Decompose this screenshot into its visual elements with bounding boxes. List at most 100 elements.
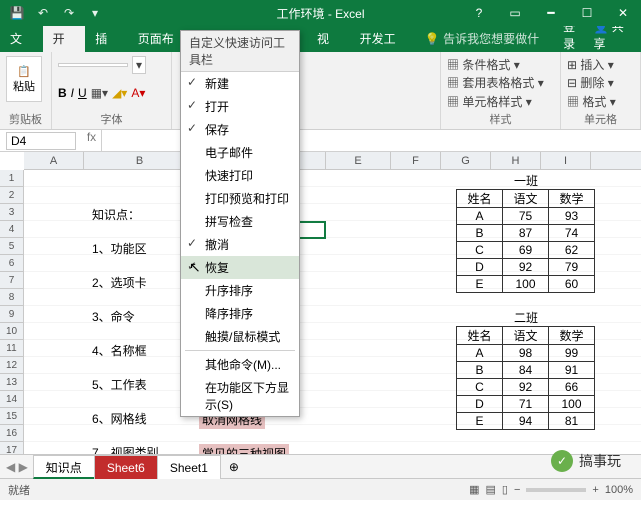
table-format[interactable]: ▦ 套用表格格式 ▾ — [447, 74, 544, 91]
sheet-6[interactable]: Sheet6 — [94, 455, 158, 479]
sheet-1[interactable]: Sheet1 — [157, 455, 221, 479]
cond-format[interactable]: ▦ 条件格式 ▾ — [447, 56, 520, 73]
dd-undo[interactable]: 撤消 — [181, 233, 299, 256]
paste-button[interactable]: 📋粘贴 — [6, 56, 42, 102]
row-6[interactable]: 6 — [0, 255, 23, 272]
row-1[interactable]: 1 — [0, 170, 23, 187]
add-sheet[interactable]: ⊕ — [221, 460, 247, 474]
qat-customize-menu: 自定义快速访问工具栏 新建 打开 保存 电子邮件 快速打印 打印预览和打印 拼写… — [180, 30, 300, 417]
row-11[interactable]: 11 — [0, 340, 23, 357]
tab-file[interactable]: 文件 — [0, 26, 43, 52]
undo-icon[interactable]: ↶ — [34, 4, 52, 22]
col-G[interactable]: G — [441, 152, 491, 169]
font-size[interactable]: ▾ — [132, 56, 146, 74]
maximize-icon[interactable]: ☐ — [569, 0, 605, 26]
dd-desc[interactable]: 降序排序 — [181, 302, 299, 325]
group-font: ▾ B I U ▦▾ ◢▾ A▾ 字体 — [52, 52, 172, 129]
format-cell[interactable]: ▦ 格式 ▾ — [567, 93, 616, 110]
cells-area[interactable]: 知识点： 1、功能区2、选项卡3、命令4、名称框定义数据5、工作表右键菜单6、网… — [24, 170, 641, 454]
tab-view[interactable]: 视图 — [307, 26, 350, 52]
tab-home[interactable]: 开始 — [43, 26, 86, 52]
sheet-knowledge[interactable]: 知识点 — [33, 455, 95, 479]
dd-touch[interactable]: 触摸/鼠标模式 — [181, 325, 299, 348]
dd-quickprint[interactable]: 快速打印 — [181, 164, 299, 187]
column-headers: ABCDEFGHI — [24, 152, 641, 170]
sheet-tabs: ◀ ▶ 知识点 Sheet6 Sheet1 ⊕ — [0, 454, 641, 478]
th: 姓名 — [457, 327, 503, 345]
menu-sep — [185, 350, 295, 351]
bold-button[interactable]: B — [58, 86, 67, 100]
italic-button[interactable]: I — [71, 86, 74, 100]
status-bar: 就绪 ▦ ▤ ▯ − + 100% — [0, 478, 641, 500]
dd-spell[interactable]: 拼写检查 — [181, 210, 299, 233]
row-9[interactable]: 9 — [0, 306, 23, 323]
redo-icon[interactable]: ↷ — [60, 4, 78, 22]
row-7[interactable]: 7 — [0, 272, 23, 289]
row-10[interactable]: 10 — [0, 323, 23, 340]
row-12[interactable]: 12 — [0, 357, 23, 374]
insert-cell[interactable]: ⊞ 插入 ▾ — [567, 56, 614, 73]
col-F[interactable]: F — [391, 152, 441, 169]
underline-button[interactable]: U — [78, 86, 87, 100]
dd-email[interactable]: 电子邮件 — [181, 141, 299, 164]
dd-save[interactable]: 保存 — [181, 118, 299, 141]
qat-dropdown-icon[interactable]: ▾ — [86, 4, 104, 22]
close-icon[interactable]: ✕ — [605, 0, 641, 26]
font-select[interactable] — [58, 63, 128, 67]
dd-preview[interactable]: 打印预览和打印 — [181, 187, 299, 210]
row-13[interactable]: 13 — [0, 374, 23, 391]
row-5[interactable]: 5 — [0, 238, 23, 255]
name-box[interactable]: D4 — [6, 132, 76, 150]
zoom-in[interactable]: + — [592, 484, 598, 496]
table1-cap: 一班 — [514, 172, 538, 189]
row-16[interactable]: 16 — [0, 425, 23, 442]
row-17[interactable]: 17 — [0, 442, 23, 454]
ribbon-tabs: 文件 开始 插入 页面布局 视图 开发工具 💡 告诉我您想要做什么... 登录 … — [0, 26, 641, 52]
view-break-icon[interactable]: ▯ — [502, 483, 508, 496]
col-H[interactable]: H — [491, 152, 541, 169]
dd-open[interactable]: 打开 — [181, 95, 299, 118]
save-icon[interactable]: 💾 — [8, 4, 26, 22]
sheet-nav[interactable]: ◀ ▶ — [0, 460, 34, 474]
col-I[interactable]: I — [541, 152, 591, 169]
th: 数学 — [549, 190, 595, 208]
dd-more[interactable]: 其他命令(M)... — [181, 353, 299, 376]
font-color[interactable]: A▾ — [131, 86, 145, 100]
td: A — [457, 208, 503, 225]
minimize-icon[interactable]: ━ — [533, 0, 569, 26]
row-4[interactable]: 4 — [0, 221, 23, 238]
row-3[interactable]: 3 — [0, 204, 23, 221]
dd-new[interactable]: 新建 — [181, 72, 299, 95]
zoom-slider[interactable] — [526, 488, 586, 492]
row-14[interactable]: 14 — [0, 391, 23, 408]
row-2[interactable]: 2 — [0, 187, 23, 204]
row-15[interactable]: 15 — [0, 408, 23, 425]
status-ready: 就绪 — [8, 482, 30, 498]
spreadsheet-grid[interactable]: ABCDEFGHI 1234567891011121314151617 知识点：… — [0, 152, 641, 454]
fill-color[interactable]: ◢▾ — [112, 86, 127, 100]
delete-cell[interactable]: ⊟ 删除 ▾ — [567, 74, 614, 91]
border-button[interactable]: ▦▾ — [91, 86, 108, 100]
row-8[interactable]: 8 — [0, 289, 23, 306]
tab-insert[interactable]: 插入 — [85, 26, 128, 52]
td: A — [457, 345, 503, 362]
zoom-out[interactable]: − — [514, 484, 520, 496]
cursor-icon: ↖ — [189, 259, 201, 276]
td: 66 — [549, 379, 595, 396]
cell-style[interactable]: ▦ 单元格样式 ▾ — [447, 93, 532, 110]
kp-item: 6、网格线 — [92, 410, 147, 427]
help-icon[interactable]: ? — [461, 0, 497, 26]
dd-asc[interactable]: 升序排序 — [181, 279, 299, 302]
dd-below[interactable]: 在功能区下方显示(S) — [181, 376, 299, 416]
tab-dev[interactable]: 开发工具 — [350, 26, 415, 52]
ribbon-opts-icon[interactable]: ▭ — [497, 0, 533, 26]
dd-redo[interactable]: ↖恢复 — [181, 256, 299, 279]
col-A[interactable]: A — [24, 152, 84, 169]
td: 92 — [503, 259, 549, 276]
fx-button[interactable]: fx — [82, 130, 102, 151]
td: 84 — [503, 362, 549, 379]
col-E[interactable]: E — [326, 152, 391, 169]
view-layout-icon[interactable]: ▤ — [486, 483, 496, 496]
kp-title: 知识点： — [92, 206, 140, 223]
view-normal-icon[interactable]: ▦ — [469, 483, 479, 496]
